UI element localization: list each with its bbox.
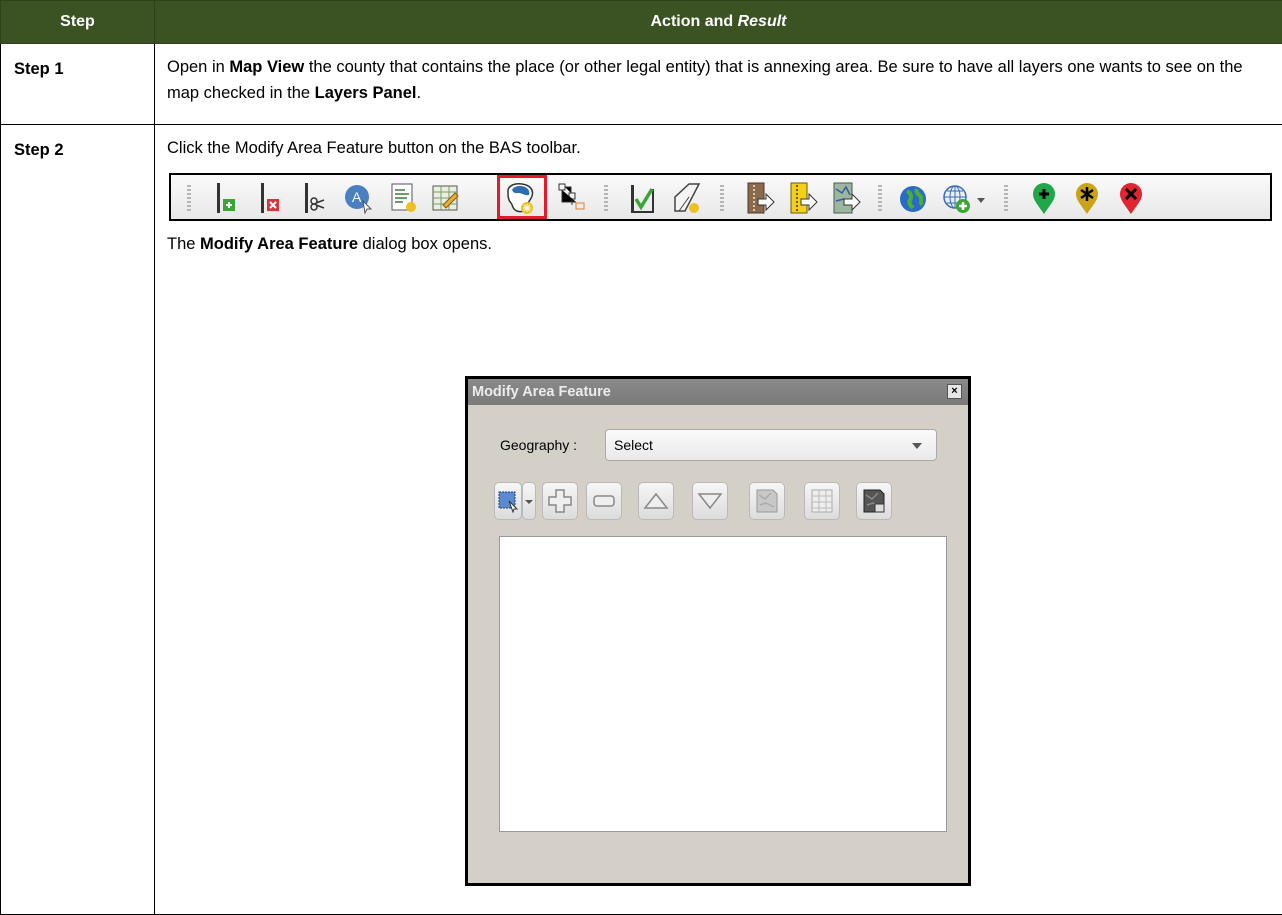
import-icon[interactable] (744, 181, 776, 215)
clear-icon[interactable] (856, 482, 892, 520)
edit-table-icon[interactable] (429, 181, 461, 215)
svg-text:A: A (352, 189, 362, 205)
new-polygon-icon[interactable] (671, 181, 703, 215)
ui-term-modify-area-feature: Modify Area Feature (200, 235, 358, 253)
action-text: Open in (167, 58, 229, 76)
action-text: . (416, 84, 421, 102)
result-text-part: The (167, 235, 200, 253)
result-text: The Modify Area Feature dialog box opens… (167, 231, 1270, 257)
header-action-text: Action and (650, 13, 737, 30)
dialog-title: Modify Area Feature (472, 384, 611, 400)
header-step: Step (1, 1, 155, 44)
result-text-part: dialog box opens. (358, 235, 492, 253)
modify-area-feature-dialog: Modify Area Feature × Geography : Select (465, 376, 971, 886)
bas-toolbar: A (169, 173, 1272, 221)
topology-icon[interactable] (556, 181, 588, 215)
toolbar-grip (187, 185, 191, 213)
instruction-text: Click the Modify Area Feature button on … (167, 135, 1270, 161)
chevron-down-icon (912, 443, 922, 449)
toolbar-grip (604, 185, 608, 213)
highlight-box (497, 175, 547, 219)
header-action: Action and Result (155, 1, 1282, 44)
table-row: Step 1 Open in Map View the county that … (1, 44, 1282, 125)
globe-icon[interactable] (897, 181, 929, 215)
chevron-down-icon[interactable] (974, 181, 988, 215)
delete-point-icon[interactable] (1115, 181, 1147, 215)
validate-icon[interactable] (627, 181, 659, 215)
move-point-icon[interactable] (1071, 181, 1103, 215)
toolbar-grip (1004, 185, 1008, 213)
address-point-icon[interactable]: A (343, 181, 375, 215)
select-tool-icon[interactable] (494, 482, 522, 520)
dialog-titlebar: Modify Area Feature × (468, 379, 968, 405)
add-point-icon[interactable] (1028, 181, 1060, 215)
toolbar-grip (878, 185, 882, 213)
add-line-icon[interactable] (211, 181, 243, 215)
delete-line-icon[interactable] (255, 181, 287, 215)
step-label: Step 2 (1, 125, 155, 915)
step-action: Open in Map View the county that contain… (155, 44, 1282, 125)
split-line-icon[interactable] (299, 181, 331, 215)
close-icon[interactable]: × (947, 384, 962, 399)
ui-term-layers-panel: Layers Panel (315, 84, 417, 102)
attribute-form-icon[interactable] (387, 181, 419, 215)
move-up-icon[interactable] (638, 482, 674, 520)
toolbar-grip (720, 185, 724, 213)
geography-value: Select (614, 437, 653, 453)
feature-list[interactable] (499, 536, 947, 832)
export-icon[interactable] (787, 181, 819, 215)
chevron-down-icon[interactable] (522, 482, 536, 520)
remove-icon[interactable] (586, 482, 622, 520)
geography-label: Geography : (500, 437, 600, 453)
export-map-icon[interactable] (830, 181, 862, 215)
table-icon[interactable] (804, 482, 840, 520)
table-header-row: Step Action and Result (1, 1, 1282, 44)
move-down-icon[interactable] (692, 482, 728, 520)
add-web-layer-icon[interactable] (941, 181, 973, 215)
ui-term-map-view: Map View (229, 58, 304, 76)
add-icon[interactable] (542, 482, 578, 520)
geography-select[interactable]: Select (605, 429, 937, 461)
step-label: Step 1 (1, 44, 155, 125)
header-result-text: Result (738, 13, 787, 30)
map-extent-icon[interactable] (749, 482, 785, 520)
